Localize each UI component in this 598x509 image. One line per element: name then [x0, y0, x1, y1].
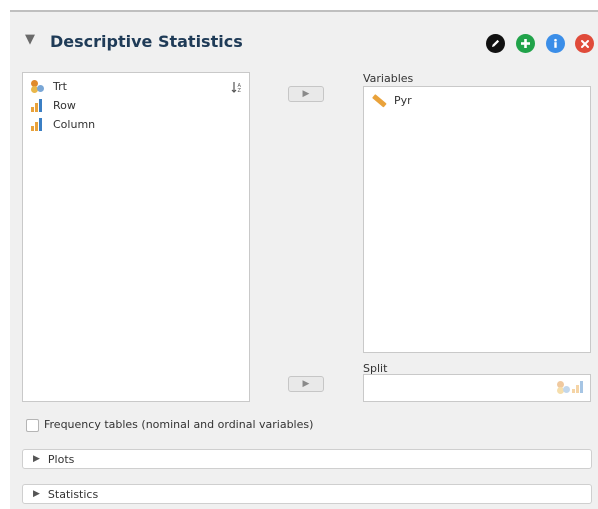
variables-list[interactable]: Pyr [363, 86, 591, 353]
split-list[interactable] [363, 374, 591, 402]
sort-az-icon: A Z [231, 82, 242, 94]
plus-icon [521, 39, 530, 48]
list-item-label: Row [53, 99, 76, 112]
info-icon[interactable] [546, 34, 565, 53]
list-item-label: Column [53, 118, 96, 131]
list-item[interactable]: Trt [31, 80, 67, 93]
edit-icon[interactable] [486, 34, 505, 53]
assign-variables-button[interactable]: ▶ [288, 86, 324, 102]
variables-label: Variables [363, 72, 414, 85]
section-label: Plots [47, 452, 75, 466]
list-item[interactable]: Column [31, 118, 95, 131]
statistics-section-toggle[interactable]: ▶ Statistics [22, 484, 592, 504]
add-icon[interactable] [516, 34, 535, 53]
ordinal-variable-icon [572, 381, 584, 393]
nominal-variable-icon [31, 80, 45, 93]
sort-icon[interactable]: A Z [231, 81, 243, 96]
close-icon[interactable] [575, 34, 594, 53]
assign-split-button[interactable]: ▶ [288, 376, 324, 392]
nominal-variable-icon [557, 381, 570, 394]
frequency-tables-label[interactable]: Frequency tables (nominal and ordinal va… [44, 418, 313, 431]
plots-section-toggle[interactable]: ▶ Plots [22, 449, 592, 469]
svg-text:Z: Z [238, 88, 242, 93]
list-item[interactable]: Row [31, 99, 76, 112]
expand-arrow-icon: ▶ [33, 489, 40, 499]
info-glyph-icon [554, 38, 557, 48]
ordinal-variable-icon [31, 99, 45, 112]
scale-variable-icon [369, 91, 388, 110]
list-item[interactable]: Pyr [369, 91, 412, 110]
ordinal-variable-icon [31, 118, 45, 131]
collapse-arrow-icon[interactable]: ▼ [25, 32, 35, 47]
frequency-tables-checkbox[interactable] [26, 419, 39, 432]
x-icon [580, 39, 589, 48]
expand-arrow-icon: ▶ [33, 454, 40, 464]
list-item-label: Trt [53, 80, 67, 93]
source-variable-list[interactable]: Trt Row Column A Z [22, 72, 250, 402]
pencil-icon [492, 39, 500, 47]
page-title[interactable]: Descriptive Statistics [50, 32, 243, 51]
allowed-types-indicator [557, 381, 584, 394]
list-item-label: Pyr [394, 94, 412, 107]
section-label: Statistics [47, 487, 99, 501]
analysis-panel: ▼ Descriptive Statistics Trt Row Column … [10, 10, 598, 509]
